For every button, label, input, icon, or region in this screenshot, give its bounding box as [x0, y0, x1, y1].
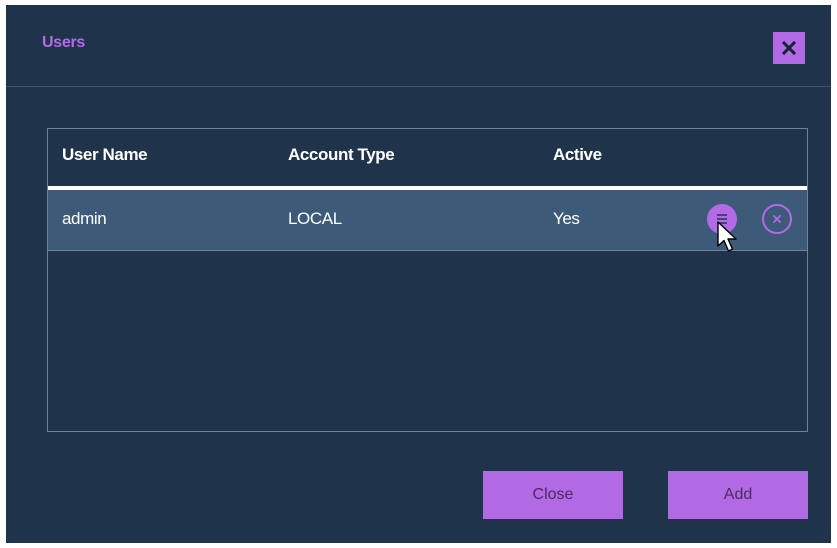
remove-circle-icon[interactable] [762, 204, 792, 234]
column-header-user-name[interactable]: User Name [62, 145, 148, 165]
cell-active: Yes [553, 209, 580, 228]
column-header-active[interactable]: Active [553, 145, 602, 165]
close-icon-glyph [782, 41, 796, 55]
menu-icon-glyph [717, 214, 727, 224]
column-header-account-type[interactable]: Account Type [288, 145, 395, 165]
cell-account-type: LOCAL [288, 209, 342, 228]
menu-icon[interactable] [707, 204, 737, 234]
close-icon[interactable] [773, 32, 805, 64]
table-row[interactable]: admin LOCAL Yes [48, 190, 807, 252]
remove-icon-glyph [773, 215, 781, 223]
cell-user-name: admin [62, 209, 107, 228]
users-table: User Name Account Type Active admin LOCA… [47, 128, 808, 432]
add-button[interactable]: Add [668, 471, 808, 519]
users-dialog: Users User Name Account Type Active admi… [6, 5, 831, 543]
dialog-header: Users [6, 5, 831, 87]
table-header: User Name Account Type Active [48, 129, 807, 187]
close-button[interactable]: Close [483, 471, 623, 519]
dialog-title: Users [42, 34, 85, 51]
